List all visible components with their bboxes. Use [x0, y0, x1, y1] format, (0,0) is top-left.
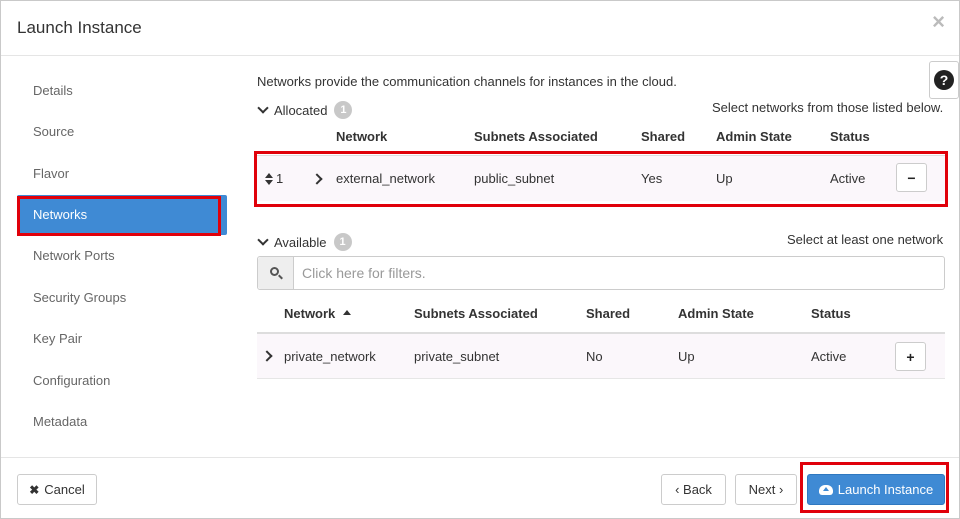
- drag-sort-icon[interactable]: [265, 173, 273, 185]
- launch-instance-button[interactable]: Launch Instance: [807, 474, 945, 505]
- available-col-network[interactable]: Network: [284, 306, 351, 321]
- allocated-count-badge: 1: [334, 101, 353, 119]
- available-toggle[interactable]: Available 1: [257, 233, 352, 251]
- available-hint: Select at least one network: [787, 232, 944, 247]
- sidebar-item-security-groups[interactable]: Security Groups: [17, 278, 227, 318]
- question-icon: ?: [934, 70, 954, 90]
- allocated-col-network: Network: [336, 129, 388, 144]
- sidebar-item-configuration[interactable]: Configuration: [17, 361, 227, 401]
- allocated-col-shared: Shared: [641, 129, 686, 144]
- modal-header: Launch Instance ×: [1, 1, 959, 56]
- wizard-sidebar: Details Source Flavor Networks Network P…: [1, 57, 241, 457]
- allocated-toggle[interactable]: Allocated 1: [257, 101, 353, 119]
- sidebar-item-metadata[interactable]: Metadata: [17, 402, 227, 442]
- sidebar-item-source[interactable]: Source: [17, 112, 227, 152]
- allocation-order: 1: [276, 171, 284, 186]
- status-value: Active: [830, 171, 866, 186]
- search-icon: [269, 267, 283, 280]
- modal-title: Launch Instance: [17, 18, 142, 37]
- admin-state-value: Up: [716, 171, 733, 186]
- available-count-badge: 1: [333, 233, 352, 251]
- admin-state-value: Up: [678, 349, 695, 364]
- available-col-admin-state: Admin State: [678, 306, 754, 321]
- allocated-label: Allocated: [274, 102, 328, 118]
- networks-step-content: Networks provide the communication chann…: [241, 57, 959, 457]
- chevron-down-icon: [257, 234, 269, 246]
- launch-instance-button-label: Launch Instance: [837, 482, 934, 497]
- filter-bar: [257, 256, 945, 290]
- help-button[interactable]: ?: [929, 61, 959, 99]
- subnets-associated: private_subnet: [414, 349, 500, 364]
- sidebar-item-details[interactable]: Details: [17, 71, 227, 111]
- sidebar-item-networks[interactable]: Networks: [17, 195, 227, 235]
- filter-addon: [258, 257, 294, 289]
- remove-network-button[interactable]: −: [896, 163, 927, 192]
- chevron-down-icon: [257, 102, 269, 114]
- modal-footer: ✖ Cancel ‹ Back Next › Launch Instance: [1, 457, 959, 519]
- close-icon: ✖: [29, 482, 40, 497]
- networks-intro-text: Networks provide the communication chann…: [257, 74, 677, 89]
- network-name: external_network: [336, 171, 435, 186]
- close-icon[interactable]: ×: [932, 11, 945, 33]
- sidebar-item-key-pair[interactable]: Key Pair: [17, 319, 227, 359]
- sidebar-item-flavor[interactable]: Flavor: [17, 154, 227, 194]
- table-row: private_network private_subnet No Up Act…: [257, 332, 945, 379]
- allocated-hint: Select networks from those listed below.: [712, 100, 944, 115]
- sort-ascending-icon: [342, 310, 351, 315]
- cancel-button-label: Cancel: [44, 482, 85, 497]
- cloud-upload-icon: [818, 484, 833, 495]
- filter-input[interactable]: [302, 263, 932, 283]
- allocated-col-subnets: Subnets Associated: [474, 129, 598, 144]
- shared-value: No: [586, 349, 603, 364]
- available-col-subnets: Subnets Associated: [414, 306, 538, 321]
- status-value: Active: [811, 349, 847, 364]
- shared-value: Yes: [641, 171, 663, 186]
- chevron-right-icon[interactable]: [261, 350, 273, 362]
- allocated-col-status: Status: [830, 129, 870, 144]
- table-row: 1 external_network public_subnet Yes Up …: [257, 155, 945, 201]
- network-name: private_network: [284, 349, 376, 364]
- add-network-button[interactable]: +: [895, 342, 926, 371]
- chevron-right-icon[interactable]: [311, 173, 323, 185]
- available-col-status: Status: [811, 306, 851, 321]
- launch-instance-modal: Launch Instance × Details Source Flavor …: [0, 0, 960, 519]
- back-button[interactable]: ‹ Back: [661, 474, 726, 505]
- sidebar-item-network-ports[interactable]: Network Ports: [17, 236, 227, 276]
- next-button[interactable]: Next ›: [735, 474, 797, 505]
- available-label: Available: [274, 234, 327, 250]
- available-col-shared: Shared: [586, 306, 631, 321]
- cancel-button[interactable]: ✖ Cancel: [17, 474, 97, 505]
- allocated-col-admin-state: Admin State: [716, 129, 792, 144]
- available-col-network-label: Network: [284, 306, 336, 321]
- subnets-associated: public_subnet: [474, 171, 555, 186]
